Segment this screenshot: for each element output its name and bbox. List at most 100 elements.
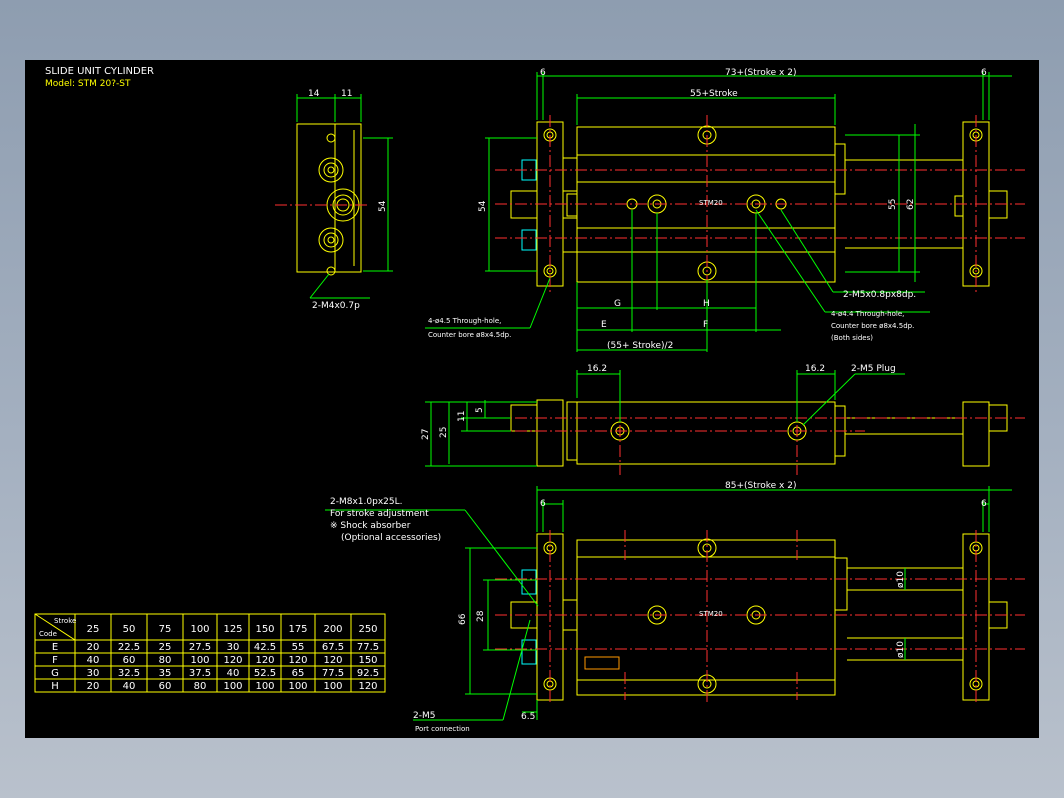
dim-top-62: 62: [906, 199, 916, 210]
label-hole45-2: Counter bore ø8x4.5dp.: [428, 331, 511, 339]
label-stm20-bot: STM20: [699, 610, 723, 618]
table-corner-stroke: Stroke: [54, 617, 76, 625]
table-cell: 92.5: [357, 668, 379, 679]
table-header-cell: 250: [358, 624, 377, 635]
table-header-cell: 50: [123, 624, 136, 635]
table-cell: 80: [159, 655, 172, 666]
dim-bot-d10b: ø10: [896, 641, 906, 658]
dim-bot-6b: 6: [981, 499, 987, 509]
bottom-view: [325, 486, 1025, 721]
label-m4: 2-M4x0.7p: [312, 301, 360, 311]
table-row-code: E: [52, 642, 58, 653]
table-header: 25 50 75 100 125 150 175 200 250: [87, 624, 378, 635]
table-cell: 100: [288, 681, 307, 692]
label-hole45-1: 4-ø4.5 Through-hole,: [428, 317, 501, 325]
table-cell: 120: [358, 681, 377, 692]
table-cell: 120: [323, 655, 342, 666]
dim-54-side: 54: [378, 200, 388, 212]
dim-mid-25: 25: [439, 427, 449, 438]
dim-mid-16-2a: 16.2: [587, 364, 607, 374]
label-m8-3: ※ Shock absorber: [330, 521, 411, 531]
table-cell: 80: [194, 681, 207, 692]
dim-mid-16-2b: 16.2: [805, 364, 825, 374]
table-cell: 100: [255, 681, 274, 692]
label-m5-plug: 2-M5 Plug: [851, 364, 896, 374]
dim-14: 14: [308, 89, 320, 99]
table-cell: 77.5: [322, 668, 344, 679]
table-cell: 67.5: [322, 642, 344, 653]
label-stm20-top: STM20: [699, 199, 723, 207]
table-cell: 37.5: [189, 668, 211, 679]
table-cell: 100: [190, 655, 209, 666]
label-m8-2: For stroke adjustment: [330, 509, 429, 519]
table-cell: 40: [227, 668, 240, 679]
dim-mid-11: 11: [457, 411, 467, 422]
dim-top-6b: 6: [981, 68, 987, 78]
front-view: [425, 370, 1025, 475]
drawing-title: SLIDE UNIT CYLINDER: [45, 66, 154, 77]
table-cell: 30: [227, 642, 240, 653]
label-m5-port: 2-M5: [413, 711, 435, 721]
table-header-cell: 100: [190, 624, 209, 635]
dim-top-54: 54: [478, 200, 488, 212]
table-row-code: H: [51, 681, 59, 692]
table-cell: 55: [292, 642, 305, 653]
table-cell: 60: [123, 655, 136, 666]
table-cell: 120: [255, 655, 274, 666]
table-row-code: F: [52, 655, 58, 666]
table-cell: 40: [123, 681, 136, 692]
dim-f: F: [703, 320, 708, 330]
dim-e: E: [601, 320, 607, 330]
dim-bot-total: 85+(Stroke x 2): [725, 481, 796, 491]
label-port-connection: Port connection: [415, 725, 470, 733]
dim-bot-66: 66: [458, 613, 468, 625]
label-hole44-2: Counter bore ø8x4.5dp.: [831, 322, 914, 330]
table-header-cell: 175: [288, 624, 307, 635]
table-header-cell: 25: [87, 624, 100, 635]
label-m8-1: 2-M8x1.0px25L.: [330, 497, 402, 507]
table-cell: 150: [358, 655, 377, 666]
table-header-cell: 75: [159, 624, 172, 635]
table-cell: 22.5: [118, 642, 140, 653]
dim-mid-5: 5: [475, 407, 485, 413]
label-hole44-3: (Both sides): [831, 334, 873, 342]
dim-bot-6a: 6: [540, 499, 546, 509]
table-cell: 77.5: [357, 642, 379, 653]
dim-11: 11: [341, 89, 352, 99]
table-cell: 65: [292, 668, 305, 679]
dim-g: G: [614, 299, 621, 309]
dim-top-55: 55+Stroke: [690, 89, 738, 99]
table-cell: 20: [87, 642, 100, 653]
dim-half: (55+ Stroke)/2: [607, 341, 673, 351]
table-cell: 120: [288, 655, 307, 666]
table-header-cell: 125: [223, 624, 242, 635]
label-hole44-1: 4-ø4.4 Through-hole,: [831, 310, 904, 318]
dim-top-total: 73+(Stroke x 2): [725, 68, 796, 78]
dim-bot-d10a: ø10: [896, 571, 906, 588]
table-cell: 32.5: [118, 668, 140, 679]
table-header-cell: 200: [323, 624, 342, 635]
dim-top-6a: 6: [540, 68, 546, 78]
table-corner-code: Code: [39, 630, 57, 638]
table-cell: 52.5: [254, 668, 276, 679]
top-view: [425, 72, 1025, 352]
label-m8-4: (Optional accessories): [341, 533, 441, 543]
table-cell: 27.5: [189, 642, 211, 653]
table-cell: 100: [323, 681, 342, 692]
dim-h: H: [703, 299, 710, 309]
table-cell: 42.5: [254, 642, 276, 653]
table-cell: 60: [159, 681, 172, 692]
dim-top-55v: 55: [888, 199, 898, 210]
table-cell: 25: [159, 642, 172, 653]
side-view: [275, 94, 393, 299]
cad-drawing-canvas: SLIDE UNIT CYLINDER Model: STM 20?-ST 14…: [25, 60, 1039, 738]
table-cell: 30: [87, 668, 100, 679]
table-cell: 120: [223, 655, 242, 666]
dim-bot-28: 28: [476, 610, 486, 622]
table-header-cell: 150: [255, 624, 274, 635]
label-m5-deep: 2-M5x0.8px8dp.: [843, 290, 916, 300]
drawing-svg: SLIDE UNIT CYLINDER Model: STM 20?-ST 14…: [34, 66, 1025, 733]
table-cell: 35: [159, 668, 172, 679]
table-row-code: G: [51, 668, 59, 679]
dim-mid-27: 27: [421, 429, 431, 440]
